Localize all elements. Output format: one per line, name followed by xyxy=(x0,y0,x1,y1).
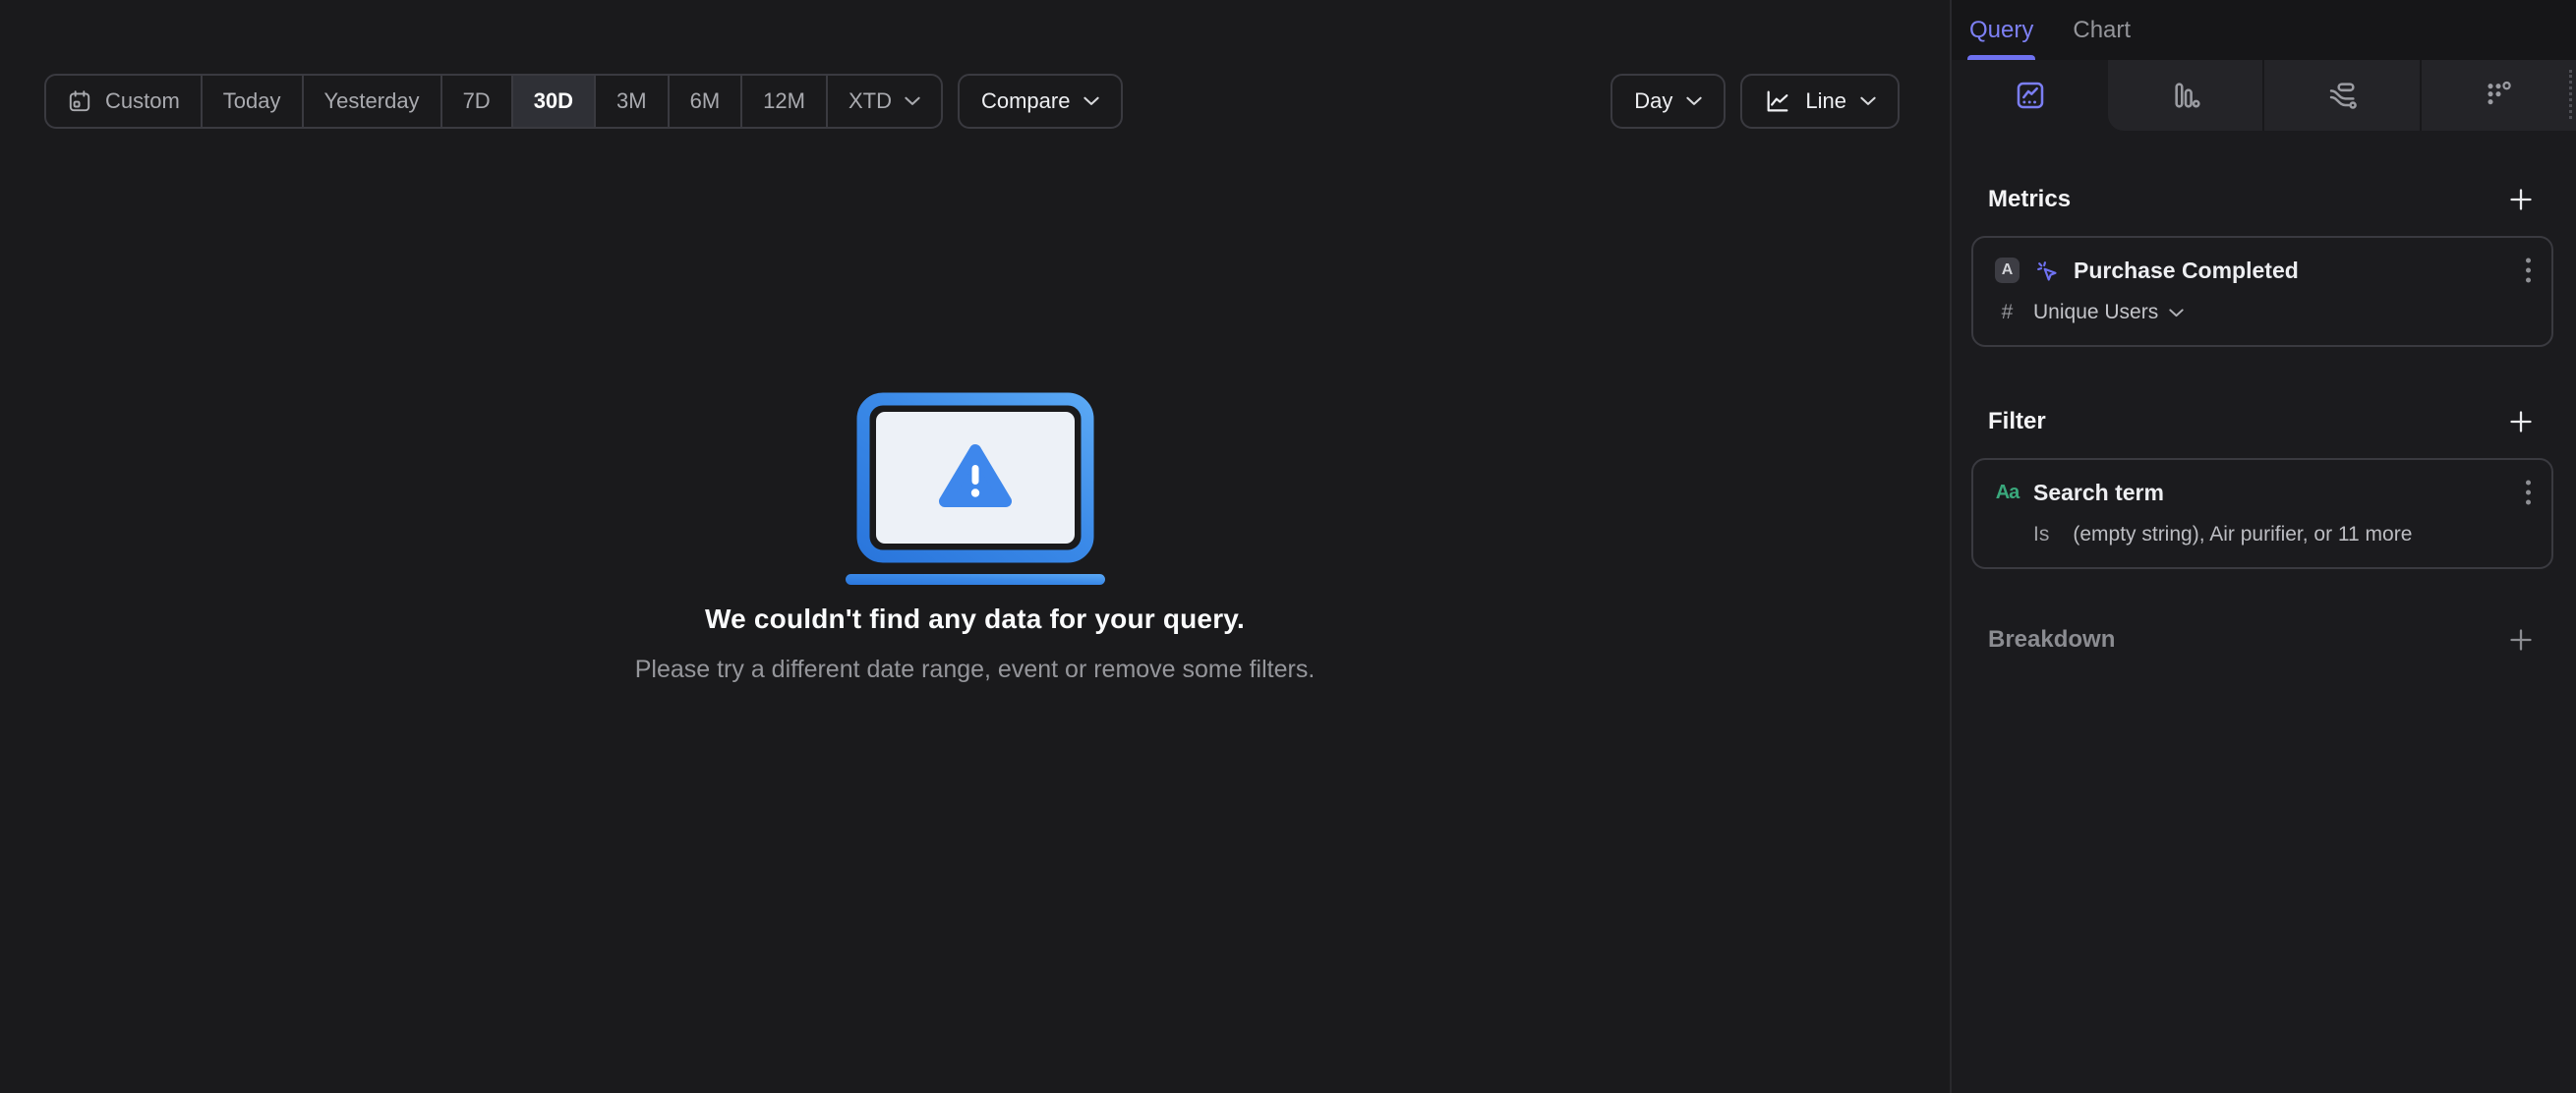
flow-chart-icon xyxy=(2326,80,2358,111)
tab-chart[interactable]: Chart xyxy=(2073,0,2131,60)
metric-aggregation-row[interactable]: # Unique Users xyxy=(1995,301,2532,324)
date-range-xtd-dropdown[interactable]: XTD xyxy=(828,76,941,127)
granularity-dropdown[interactable]: Day xyxy=(1610,74,1727,129)
query-builder-panel: Query Chart Metrics A Purchase Completed… xyxy=(1950,0,2576,1093)
date-range-6m[interactable]: 6M xyxy=(670,76,743,127)
date-range-picker: Custom Today Yesterday 7D 30D 3M 6M 12M … xyxy=(44,74,943,129)
insights-chart-icon xyxy=(2015,80,2046,111)
add-breakdown-button[interactable] xyxy=(2508,627,2534,653)
viz-tile-funnels[interactable] xyxy=(2108,60,2262,131)
date-range-30d-selected[interactable]: 30D xyxy=(512,76,597,127)
empty-state: We couldn't find any data for your query… xyxy=(0,391,1950,684)
viz-tiles-inactive-group xyxy=(2108,60,2576,131)
filter-property-name: Search term xyxy=(2033,479,2164,505)
metric-card[interactable]: A Purchase Completed # Unique Users xyxy=(1971,236,2553,347)
date-range-custom[interactable]: Custom xyxy=(46,76,203,127)
metrics-section-title: Metrics xyxy=(1988,186,2072,212)
tab-query[interactable]: Query xyxy=(1966,0,2036,60)
date-range-today[interactable]: Today xyxy=(203,76,304,127)
plus-icon xyxy=(2508,187,2534,212)
chevron-down-icon xyxy=(1686,96,1703,106)
filter-property-row[interactable]: Aa Search term xyxy=(1995,479,2532,506)
add-metric-button[interactable] xyxy=(2508,187,2534,212)
line-chart-icon xyxy=(1764,87,1791,115)
viz-tile-retention[interactable] xyxy=(2419,60,2576,131)
filter-card[interactable]: Aa Search term Is (empty string), Air pu… xyxy=(1971,458,2553,569)
event-click-icon xyxy=(2033,258,2060,284)
breakdown-section-title: Breakdown xyxy=(1988,626,2116,653)
filter-options-kebab[interactable] xyxy=(2525,479,2532,506)
filter-values-summary: (empty string), Air purifier, or 11 more xyxy=(2073,523,2413,546)
kebab-menu-icon xyxy=(2525,479,2532,506)
metric-options-kebab[interactable] xyxy=(2525,257,2532,284)
date-range-7d[interactable]: 7D xyxy=(442,76,513,127)
filter-condition-row[interactable]: Is (empty string), Air purifier, or 11 m… xyxy=(1995,523,2532,546)
query-result-area: Custom Today Yesterday 7D 30D 3M 6M 12M … xyxy=(0,0,1950,1093)
metric-event-name: Purchase Completed xyxy=(2074,257,2299,283)
viz-tile-flows[interactable] xyxy=(2262,60,2419,131)
date-range-yesterday[interactable]: Yesterday xyxy=(304,76,442,127)
chevron-down-icon xyxy=(905,96,920,106)
dot-grid-icon xyxy=(2483,80,2514,111)
visualization-type-tiles xyxy=(1952,60,2576,131)
chevron-down-icon xyxy=(2169,308,2184,317)
chart-toolbar: Custom Today Yesterday 7D 30D 3M 6M 12M … xyxy=(44,74,1900,129)
viz-tile-insights-active[interactable] xyxy=(1952,60,2108,131)
date-range-12m[interactable]: 12M xyxy=(742,76,828,127)
add-filter-button[interactable] xyxy=(2508,409,2534,434)
empty-state-title: We couldn't find any data for your query… xyxy=(705,604,1245,634)
plus-icon xyxy=(2508,409,2534,434)
compare-button[interactable]: Compare xyxy=(957,74,1124,129)
kebab-menu-icon xyxy=(2525,257,2532,284)
date-range-label: Custom xyxy=(105,88,180,113)
calendar-icon xyxy=(67,88,92,114)
metric-series-badge: A xyxy=(1995,258,2020,283)
aggregation-label: Unique Users xyxy=(2033,301,2159,323)
laptop-warning-illustration xyxy=(843,391,1108,586)
date-controls: Custom Today Yesterday 7D 30D 3M 6M 12M … xyxy=(44,74,1124,129)
panel-tabs: Query Chart xyxy=(1952,0,2576,60)
breakdown-section-header: Breakdown xyxy=(1988,625,2534,655)
chevron-down-icon xyxy=(1083,96,1100,106)
filter-operator: Is xyxy=(2033,523,2050,546)
chart-type-dropdown[interactable]: Line xyxy=(1740,74,1900,129)
date-range-3m[interactable]: 3M xyxy=(596,76,670,127)
plus-icon xyxy=(2508,627,2534,653)
metric-event-row[interactable]: A Purchase Completed xyxy=(1995,257,2532,284)
bar-chart-icon xyxy=(2170,80,2201,111)
filter-section-title: Filter xyxy=(1988,408,2046,434)
display-controls: Day Line xyxy=(1610,74,1900,129)
string-property-type-icon: Aa xyxy=(1995,481,2020,503)
filter-section-header: Filter xyxy=(1988,407,2534,436)
chevron-down-icon xyxy=(1860,96,1876,106)
empty-state-subtitle: Please try a different date range, event… xyxy=(634,656,1316,683)
aggregation-symbol: # xyxy=(2001,301,2014,323)
metrics-section-header: Metrics xyxy=(1988,185,2534,214)
